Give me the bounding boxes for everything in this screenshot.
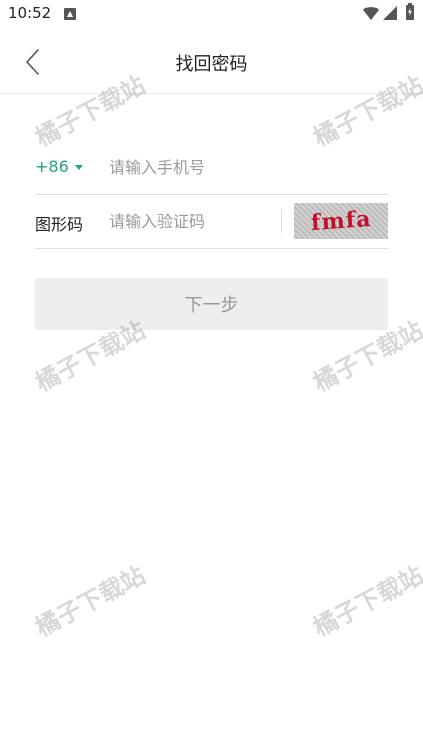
recovery-form: +86 图形码 fmfa (35, 141, 388, 249)
signal-icon (383, 6, 397, 20)
phone-row: +86 (35, 141, 388, 195)
battery-charging-icon (406, 3, 414, 20)
country-code-selector[interactable]: +86 (35, 157, 83, 176)
watermark: 橘子下载站 (30, 560, 150, 643)
captcha-row: 图形码 fmfa (35, 195, 388, 249)
captcha-image[interactable]: fmfa (294, 203, 388, 239)
phone-input[interactable] (109, 153, 379, 181)
wifi-icon (363, 7, 379, 20)
caret-down-icon (74, 165, 83, 170)
app-notification-icon (64, 8, 76, 20)
field-divider (281, 209, 282, 233)
next-button[interactable]: 下一步 (35, 278, 388, 330)
status-time: 10:52 (8, 4, 52, 22)
captcha-image-text: fmfa (309, 205, 373, 237)
captcha-input[interactable] (109, 207, 277, 235)
page-title: 找回密码 (175, 54, 248, 75)
country-code-label: +86 (35, 157, 69, 176)
nav-bar: 找回密码 (0, 30, 423, 94)
status-bar: 10:52 (0, 0, 423, 30)
watermark: 橘子下载站 (308, 560, 423, 643)
captcha-label: 图形码 (35, 215, 84, 234)
